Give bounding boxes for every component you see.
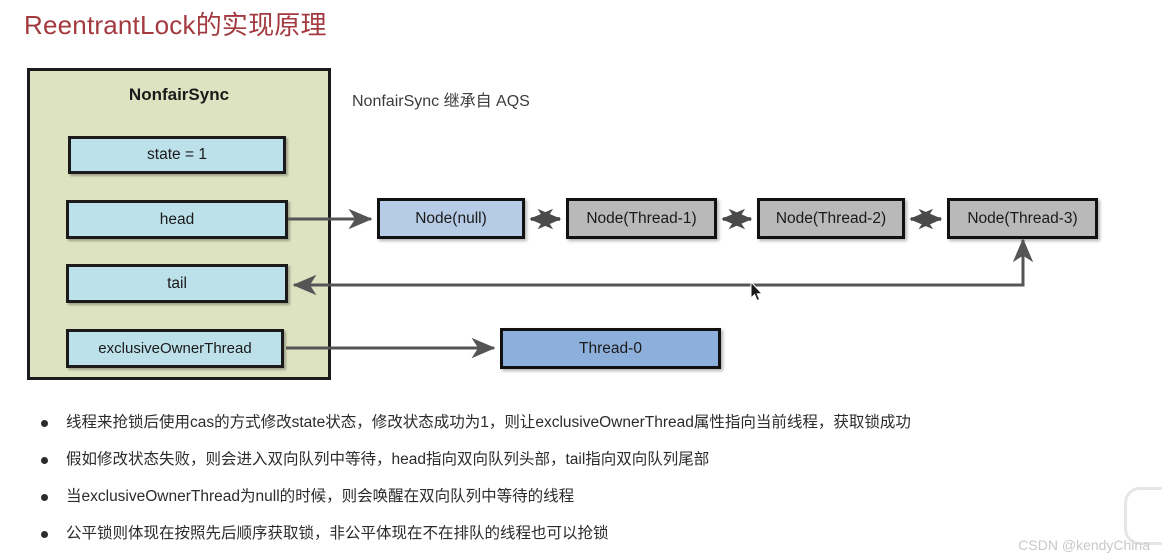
- bullet-text: 当exclusiveOwnerThread为null的时候，则会唤醒在双向队列中…: [66, 488, 575, 505]
- watermark-text: CSDN @kendyChina: [1018, 537, 1150, 553]
- queue-node-thread-3-label: Node(Thread-3): [967, 209, 1078, 227]
- queue-node-thread-1-label: Node(Thread-1): [586, 209, 697, 227]
- owner-thread-box: Thread-0: [500, 328, 721, 369]
- queue-node-null-label: Node(null): [415, 209, 487, 227]
- bullet-text: 线程来抢锁后使用cas的方式修改state状态，修改状态成功为1，则让exclu…: [66, 414, 911, 431]
- aqs-inheritance-note: NonfairSync 继承自 AQS: [352, 93, 530, 110]
- queue-node-null: Node(null): [377, 198, 525, 239]
- explanation-bullet-list: 线程来抢锁后使用cas的方式修改state状态，修改状态成功为1，则让exclu…: [36, 404, 1146, 552]
- queue-node-thread-1: Node(Thread-1): [566, 198, 717, 239]
- field-exclusive-owner-thread: exclusiveOwnerThread: [66, 329, 284, 368]
- field-state: state = 1: [68, 136, 286, 174]
- owner-thread-label: Thread-0: [579, 339, 642, 357]
- field-state-label: state = 1: [147, 146, 207, 163]
- nonfair-sync-title: NonfairSync: [128, 85, 230, 104]
- arrow-tail-to-node-thread-3: [292, 238, 1034, 296]
- list-item: 假如修改状态失败，则会进入双向队列中等待，head指向双向队列头部，tail指向…: [36, 441, 1146, 478]
- queue-node-thread-2: Node(Thread-2): [757, 198, 905, 239]
- list-item: 当exclusiveOwnerThread为null的时候，则会唤醒在双向队列中…: [36, 478, 1146, 515]
- bullet-text: 假如修改状态失败，则会进入双向队列中等待，head指向双向队列头部，tail指向…: [66, 451, 710, 468]
- field-head: head: [66, 200, 288, 239]
- field-exclusive-owner-thread-label: exclusiveOwnerThread: [98, 340, 252, 357]
- queue-node-thread-3: Node(Thread-3): [947, 198, 1098, 239]
- list-item: 公平锁则体现在按照先后顺序获取锁，非公平体现在不在排队的线程也可以抢锁: [36, 515, 1146, 552]
- mouse-cursor-icon: [750, 282, 764, 302]
- queue-node-thread-2-label: Node(Thread-2): [775, 209, 887, 227]
- field-tail: tail: [66, 264, 288, 303]
- bullet-text: 公平锁则体现在按照先后顺序获取锁，非公平体现在不在排队的线程也可以抢锁: [66, 525, 609, 542]
- field-tail-label: tail: [167, 274, 187, 292]
- list-item: 线程来抢锁后使用cas的方式修改state状态，修改状态成功为1，则让exclu…: [36, 404, 1146, 441]
- diagram-canvas: NonfairSync state = 1 head tail exclusiv…: [0, 0, 1162, 400]
- field-head-label: head: [159, 210, 195, 228]
